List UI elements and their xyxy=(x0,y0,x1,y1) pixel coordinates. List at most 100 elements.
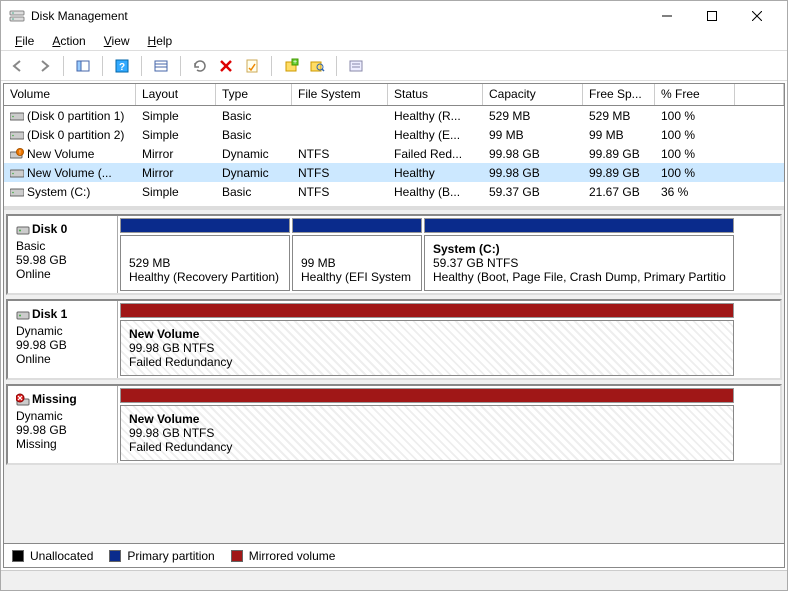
cell: Basic xyxy=(216,127,292,143)
volume-table-header: VolumeLayoutTypeFile SystemStatusCapacit… xyxy=(4,84,784,106)
cell: Mirror xyxy=(136,146,216,162)
partition-box[interactable]: 99 MBHealthy (EFI System xyxy=(292,235,422,291)
delete-button[interactable] xyxy=(215,55,237,77)
cell: (Disk 0 partition 1) xyxy=(4,108,136,124)
menu-help[interactable]: Help xyxy=(140,32,181,50)
disk-row[interactable]: MissingDynamic99.98 GBMissingNew Volume9… xyxy=(6,384,782,465)
cell: NTFS xyxy=(292,146,388,162)
cell: !New Volume xyxy=(4,146,136,162)
volume-icon xyxy=(10,167,24,179)
column-header[interactable]: % Free xyxy=(655,84,735,105)
cell: Simple xyxy=(136,108,216,124)
column-header[interactable]: Capacity xyxy=(483,84,583,105)
cell: 100 % xyxy=(655,165,735,181)
disk-row[interactable]: Disk 1Dynamic99.98 GBOnlineNew Volume99.… xyxy=(6,299,782,380)
cell: Simple xyxy=(136,127,216,143)
refresh-button[interactable] xyxy=(189,55,211,77)
volume-icon xyxy=(10,110,24,122)
window-title: Disk Management xyxy=(31,9,644,23)
partition-box[interactable]: New Volume99.98 GB NTFSFailed Redundancy xyxy=(120,405,734,461)
column-header[interactable]: Type xyxy=(216,84,292,105)
cell: Dynamic xyxy=(216,165,292,181)
cell: Basic xyxy=(216,184,292,200)
cell: 529 MB xyxy=(583,108,655,124)
cell: Mirror xyxy=(136,165,216,181)
column-header[interactable]: Status xyxy=(388,84,483,105)
menu-action[interactable]: Action xyxy=(44,32,93,50)
cell xyxy=(292,134,388,136)
close-button[interactable] xyxy=(734,1,779,31)
cell: (Disk 0 partition 2) xyxy=(4,127,136,143)
back-button[interactable] xyxy=(7,55,29,77)
cell: 99 MB xyxy=(483,127,583,143)
legend-label: Unallocated xyxy=(30,549,93,563)
legend: UnallocatedPrimary partitionMirrored vol… xyxy=(4,543,784,567)
cell: Healthy xyxy=(388,165,483,181)
cell: Healthy (R... xyxy=(388,108,483,124)
cell: New Volume (... xyxy=(4,165,136,181)
cell: 99.98 GB xyxy=(483,146,583,162)
menu-file[interactable]: File xyxy=(7,32,42,50)
volume-icon: ! xyxy=(10,148,24,160)
partition-box[interactable]: 529 MBHealthy (Recovery Partition) xyxy=(120,235,290,291)
volume-row[interactable]: System (C:)SimpleBasicNTFSHealthy (B...5… xyxy=(4,182,784,201)
cell: Healthy (E... xyxy=(388,127,483,143)
cell: Healthy (B... xyxy=(388,184,483,200)
legend-swatch xyxy=(231,550,243,562)
svg-text:+: + xyxy=(293,59,297,66)
volume-table-body[interactable]: (Disk 0 partition 1)SimpleBasicHealthy (… xyxy=(4,106,784,206)
show-hide-button[interactable] xyxy=(72,55,94,77)
help-button[interactable]: ? xyxy=(111,55,133,77)
cell: NTFS xyxy=(292,184,388,200)
maximize-button[interactable] xyxy=(689,1,734,31)
volume-row[interactable]: (Disk 0 partition 1)SimpleBasic Healthy (… xyxy=(4,106,784,125)
disk-panel[interactable]: Disk 0Basic59.98 GBOnline 529 MBHealthy … xyxy=(4,210,784,543)
cell: 99.89 GB xyxy=(583,146,655,162)
disk-info: Disk 1Dynamic99.98 GBOnline xyxy=(8,301,118,378)
partition-box[interactable]: New Volume99.98 GB NTFSFailed Redundancy xyxy=(120,320,734,376)
disk-row[interactable]: Disk 0Basic59.98 GBOnline 529 MBHealthy … xyxy=(6,214,782,295)
forward-button[interactable] xyxy=(33,55,55,77)
settings-button[interactable] xyxy=(345,55,367,77)
partition-box[interactable]: System (C:)59.37 GB NTFSHealthy (Boot, P… xyxy=(424,235,734,291)
cell: 100 % xyxy=(655,146,735,162)
cell: Dynamic xyxy=(216,146,292,162)
disk-icon xyxy=(16,223,30,237)
column-header[interactable]: Volume xyxy=(4,84,136,105)
cell: 100 % xyxy=(655,108,735,124)
column-header[interactable]: Free Sp... xyxy=(583,84,655,105)
properties-button[interactable] xyxy=(241,55,263,77)
list-button[interactable] xyxy=(150,55,172,77)
menu-view[interactable]: View xyxy=(96,32,138,50)
cell: Basic xyxy=(216,108,292,124)
search-button[interactable] xyxy=(306,55,328,77)
volume-icon xyxy=(10,129,24,141)
volume-row[interactable]: (Disk 0 partition 2)SimpleBasic Healthy (… xyxy=(4,125,784,144)
legend-label: Primary partition xyxy=(127,549,214,563)
cell: Simple xyxy=(136,184,216,200)
cell: 529 MB xyxy=(483,108,583,124)
titlebar: Disk Management xyxy=(1,1,787,31)
cell: 36 % xyxy=(655,184,735,200)
disk-icon xyxy=(16,308,30,322)
cell: System (C:) xyxy=(4,184,136,200)
menubar: FileActionViewHelp xyxy=(1,31,787,51)
volume-row[interactable]: !New VolumeMirrorDynamicNTFSFailed Red..… xyxy=(4,144,784,163)
cell: 99.98 GB xyxy=(483,165,583,181)
volume-icon xyxy=(10,186,24,198)
legend-swatch xyxy=(12,550,24,562)
statusbar xyxy=(1,570,787,590)
cell: 59.37 GB xyxy=(483,184,583,200)
cell: NTFS xyxy=(292,165,388,181)
volume-row[interactable]: New Volume (...MirrorDynamicNTFSHealthy9… xyxy=(4,163,784,182)
legend-swatch xyxy=(109,550,121,562)
disk-info: Disk 0Basic59.98 GBOnline xyxy=(8,216,118,293)
disk-info: MissingDynamic99.98 GBMissing xyxy=(8,386,118,463)
minimize-button[interactable] xyxy=(644,1,689,31)
new-action-button[interactable]: + xyxy=(280,55,302,77)
cell xyxy=(292,115,388,117)
column-header[interactable]: File System xyxy=(292,84,388,105)
cell: 21.67 GB xyxy=(583,184,655,200)
content-area: VolumeLayoutTypeFile SystemStatusCapacit… xyxy=(3,83,785,568)
column-header[interactable]: Layout xyxy=(136,84,216,105)
